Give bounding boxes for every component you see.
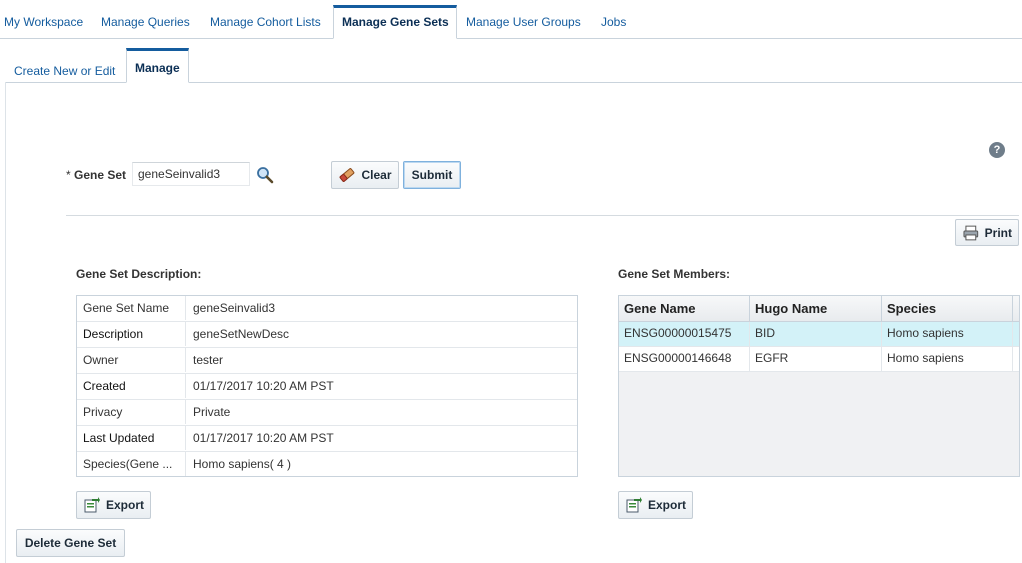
- table-row: Description geneSetNewDesc: [77, 322, 577, 348]
- tab-manage-gene-sets[interactable]: Manage Gene Sets: [333, 5, 457, 39]
- table-row: Privacy Private: [77, 400, 577, 426]
- clear-button[interactable]: Clear: [331, 161, 399, 189]
- tab-my-workspace[interactable]: My Workspace: [0, 5, 91, 38]
- divider: [66, 215, 1019, 216]
- row-key: Gene Set Name: [83, 301, 170, 315]
- cell-gene-name: ENSG00000146648: [619, 347, 750, 371]
- row-value: geneSetNewDesc: [193, 327, 290, 341]
- row-key: Last Updated: [83, 431, 155, 445]
- table-header: Gene Name Hugo Name Species: [619, 296, 1019, 322]
- gene-set-input[interactable]: [132, 162, 250, 186]
- table-row: Created 01/17/2017 10:20 AM PST: [77, 374, 577, 400]
- delete-button-label: Delete Gene Set: [24, 536, 117, 550]
- eraser-icon: [340, 168, 355, 182]
- print-button-label: Print: [984, 225, 1012, 240]
- table-row[interactable]: ENSG00000146648 EGFR Homo sapiens: [619, 347, 1019, 372]
- print-button[interactable]: Print: [955, 219, 1019, 246]
- export-members-button[interactable]: Export: [618, 491, 693, 519]
- export-button-label: Export: [105, 498, 144, 512]
- top-tab-bar: My Workspace Manage Queries Manage Cohor…: [0, 0, 1022, 39]
- tab-manage-cohort-lists[interactable]: Manage Cohort Lists: [202, 5, 329, 38]
- gene-set-description-table: Gene Set Name geneSeinvalid3 Description…: [76, 295, 578, 477]
- gene-set-members-table: Gene Name Hugo Name Species ENSG00000015…: [618, 295, 1020, 477]
- search-icon[interactable]: [256, 166, 274, 184]
- printer-icon: [963, 225, 979, 240]
- row-value: geneSeinvalid3: [193, 301, 276, 315]
- row-key: Created: [83, 379, 126, 393]
- tab-jobs[interactable]: Jobs: [593, 5, 634, 38]
- cell-species: Homo sapiens: [882, 322, 1013, 346]
- export-description-button[interactable]: Export: [76, 491, 151, 519]
- tab-manage-user-groups[interactable]: Manage User Groups: [458, 5, 589, 38]
- delete-gene-set-button[interactable]: Delete Gene Set: [16, 529, 125, 557]
- gene-set-label-text: Gene Set: [74, 168, 127, 182]
- cell-hugo-name: BID: [750, 322, 882, 346]
- row-value: tester: [193, 353, 224, 367]
- gene-set-label: * Gene Set: [66, 168, 126, 182]
- tab-manage-queries[interactable]: Manage Queries: [93, 5, 198, 38]
- column-header-hugo-name[interactable]: Hugo Name: [750, 296, 882, 321]
- export-icon: [626, 497, 642, 513]
- sub-tab-bar: Create New or Edit Manage: [5, 48, 1022, 83]
- row-value: Private: [193, 405, 231, 419]
- cell-gene-name: ENSG00000015475: [619, 322, 750, 346]
- help-icon[interactable]: ?: [989, 142, 1005, 158]
- tab-manage[interactable]: Manage: [126, 48, 189, 83]
- gene-set-members-title: Gene Set Members:: [618, 267, 731, 281]
- row-key: Description: [83, 327, 144, 341]
- submit-button-label: Submit: [411, 168, 453, 182]
- clear-button-label: Clear: [361, 168, 392, 182]
- row-key: Privacy: [83, 405, 123, 419]
- cell-hugo-name: EGFR: [750, 347, 882, 371]
- required-mark: *: [66, 168, 71, 182]
- row-key: Owner: [83, 353, 119, 367]
- row-key: Species(Gene ...: [83, 457, 173, 471]
- table-row: Last Updated 01/17/2017 10:20 AM PST: [77, 426, 577, 452]
- row-value: 01/17/2017 10:20 AM PST: [193, 431, 334, 445]
- table-row[interactable]: ENSG00000015475 BID Homo sapiens: [619, 322, 1019, 347]
- gene-set-description-title: Gene Set Description:: [76, 267, 202, 281]
- column-header-gene-name[interactable]: Gene Name: [619, 296, 750, 321]
- export-button-label: Export: [647, 498, 686, 512]
- submit-button[interactable]: Submit: [403, 161, 461, 189]
- column-header-species[interactable]: Species: [882, 296, 1013, 321]
- table-row: Species(Gene ... Homo sapiens( 4 ): [77, 452, 577, 476]
- cell-species: Homo sapiens: [882, 347, 1013, 371]
- table-row: Owner tester: [77, 348, 577, 374]
- export-icon: [84, 497, 100, 513]
- row-value: 01/17/2017 10:20 AM PST: [193, 379, 334, 393]
- table-row: Gene Set Name geneSeinvalid3: [77, 296, 577, 322]
- row-value: Homo sapiens( 4 ): [193, 457, 292, 471]
